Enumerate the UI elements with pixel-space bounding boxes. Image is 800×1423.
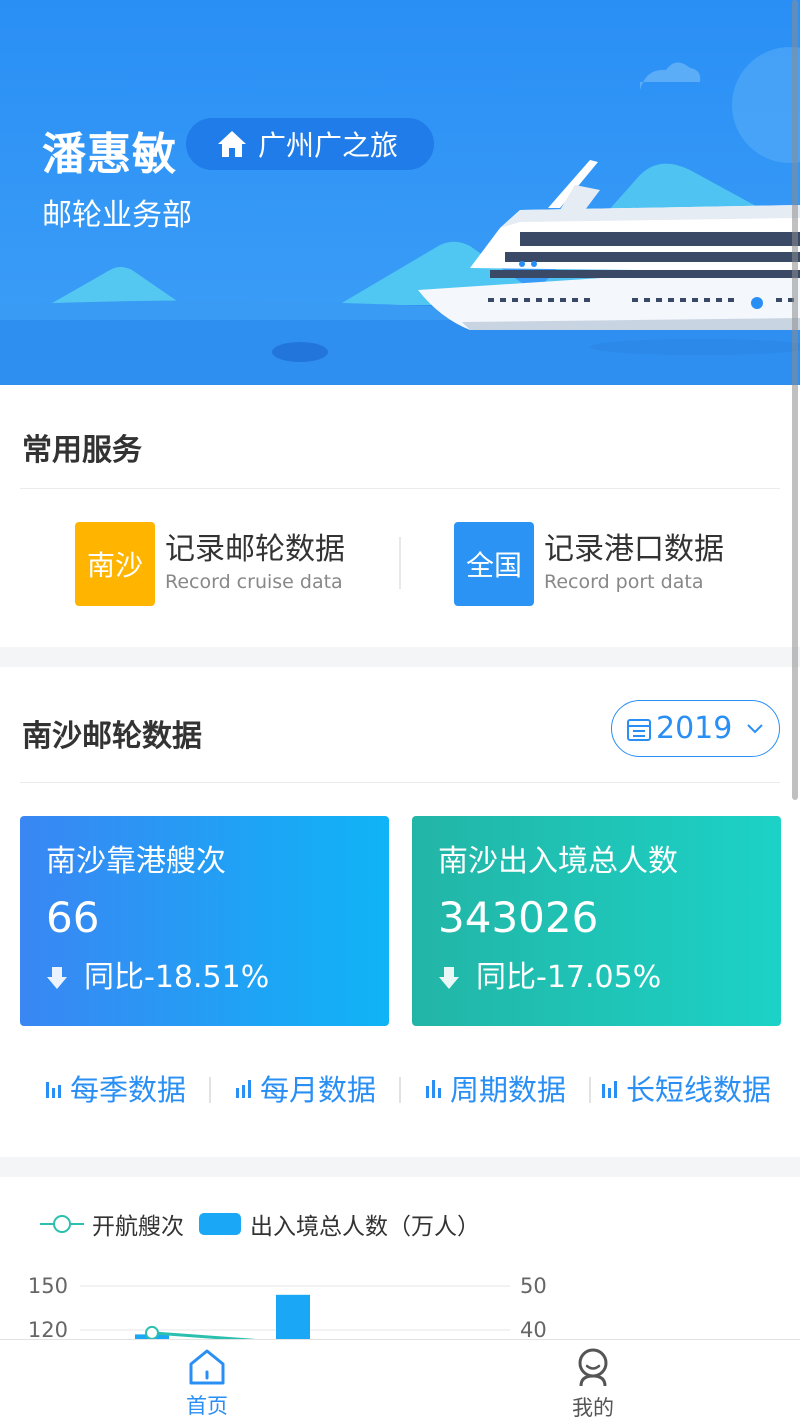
arrow-down-icon (439, 967, 459, 989)
divider (209, 1077, 211, 1103)
nansha-badge: 南沙 (75, 522, 155, 606)
company-badge[interactable]: 广州广之旅 (186, 118, 434, 170)
y-right-tick: 50 (520, 1274, 547, 1298)
line-series-icon (40, 1215, 84, 1233)
record-cruise-data-button[interactable]: 南沙 记录邮轮数据 Record cruise data (75, 521, 345, 607)
selected-year: 2019 (656, 711, 733, 746)
long-short-route-data-link[interactable]: 长短线数据 (602, 1067, 771, 1109)
bar-series-icon (199, 1213, 241, 1235)
stat-value: 66 (46, 893, 100, 942)
bottom-nav: 首页 我的 (0, 1339, 800, 1423)
chevron-down-icon (747, 723, 764, 733)
app-page: 潘惠敏 广州广之旅 邮轮业务部 常用服务 南沙 记录邮轮数据 Record cr… (0, 0, 800, 1423)
section-title-nansha: 南沙邮轮数据 (22, 719, 202, 754)
legend-item-passengers[interactable]: 出入境总人数（万人） (198, 1207, 480, 1241)
arrow-down-icon (47, 967, 67, 989)
nansha-cruise-data-section: 南沙邮轮数据 2019 南沙靠港艘次 66 同比-18.51% 南沙出入境总人数… (0, 667, 800, 1157)
divider (399, 1077, 401, 1103)
service-subtitle: Record port data (544, 571, 704, 593)
nav-home[interactable]: 首页 (147, 1348, 267, 1420)
link-label: 周期数据 (450, 1073, 567, 1107)
year-select[interactable]: 2019 (611, 700, 780, 757)
bar-chart-icon (46, 1082, 61, 1098)
divider (20, 488, 780, 489)
y-left-tick: 150 (28, 1274, 68, 1298)
legend-label: 开航艘次 (92, 1214, 184, 1240)
port-calls-card[interactable]: 南沙靠港艘次 66 同比-18.51% (20, 816, 389, 1026)
legend-item-sailings[interactable]: 开航艘次 (40, 1207, 184, 1241)
divider (20, 782, 780, 783)
stat-value: 343026 (438, 893, 599, 942)
national-badge: 全国 (454, 522, 534, 606)
link-label: 每月数据 (260, 1073, 377, 1107)
scrollbar[interactable] (792, 0, 798, 800)
profile-icon (578, 1348, 608, 1387)
quarterly-data-link[interactable]: 每季数据 (46, 1067, 186, 1109)
monthly-data-link[interactable]: 每月数据 (236, 1067, 376, 1109)
stat-change-text: 同比-18.51% (84, 960, 270, 995)
common-services-section: 常用服务 南沙 记录邮轮数据 Record cruise data 全国 记录港… (0, 385, 800, 647)
bar-chart-icon (236, 1080, 251, 1098)
record-port-data-button[interactable]: 全国 记录港口数据 Record port data (454, 521, 724, 607)
legend-label: 出入境总人数（万人） (250, 1214, 480, 1240)
section-title-services: 常用服务 (22, 433, 142, 468)
home-icon (218, 131, 246, 157)
periodic-data-link[interactable]: 周期数据 (426, 1067, 566, 1109)
sailings-point[interactable] (145, 1325, 159, 1340)
divider (589, 1077, 591, 1103)
chart-legend: 开航艘次 出入境总人数（万人） (40, 1207, 494, 1241)
data-links-row: 每季数据 每月数据 周期数据 长短线数据 (0, 1067, 800, 1111)
bar-chart-icon (602, 1081, 617, 1098)
service-subtitle: Record cruise data (165, 571, 343, 593)
nav-label: 首页 (186, 1394, 228, 1418)
link-label: 长短线数据 (626, 1073, 772, 1107)
service-title: 记录邮轮数据 (165, 532, 345, 567)
divider (399, 537, 401, 589)
sailings-passengers-chart: 150 120 50 40 (28, 1274, 547, 1347)
nav-label: 我的 (572, 1396, 614, 1420)
link-label: 每季数据 (70, 1073, 187, 1107)
user-name: 潘惠敏 (42, 129, 177, 180)
service-title: 记录港口数据 (544, 532, 724, 567)
department-name: 邮轮业务部 (42, 198, 192, 233)
calendar-icon (627, 718, 651, 741)
stat-change: 同比-18.51% (46, 956, 363, 1000)
stat-change: 同比-17.05% (438, 956, 755, 1000)
stat-label: 南沙靠港艘次 (46, 844, 226, 879)
stat-change-text: 同比-17.05% (476, 960, 662, 995)
nav-profile[interactable]: 我的 (533, 1348, 653, 1422)
hero-banner: 潘惠敏 广州广之旅 邮轮业务部 (0, 0, 800, 385)
company-name: 广州广之旅 (258, 129, 399, 162)
stat-label: 南沙出入境总人数 (438, 844, 678, 879)
bar-chart-icon (426, 1080, 441, 1098)
home-icon (189, 1349, 225, 1385)
total-passengers-card[interactable]: 南沙出入境总人数 343026 同比-17.05% (412, 816, 781, 1026)
